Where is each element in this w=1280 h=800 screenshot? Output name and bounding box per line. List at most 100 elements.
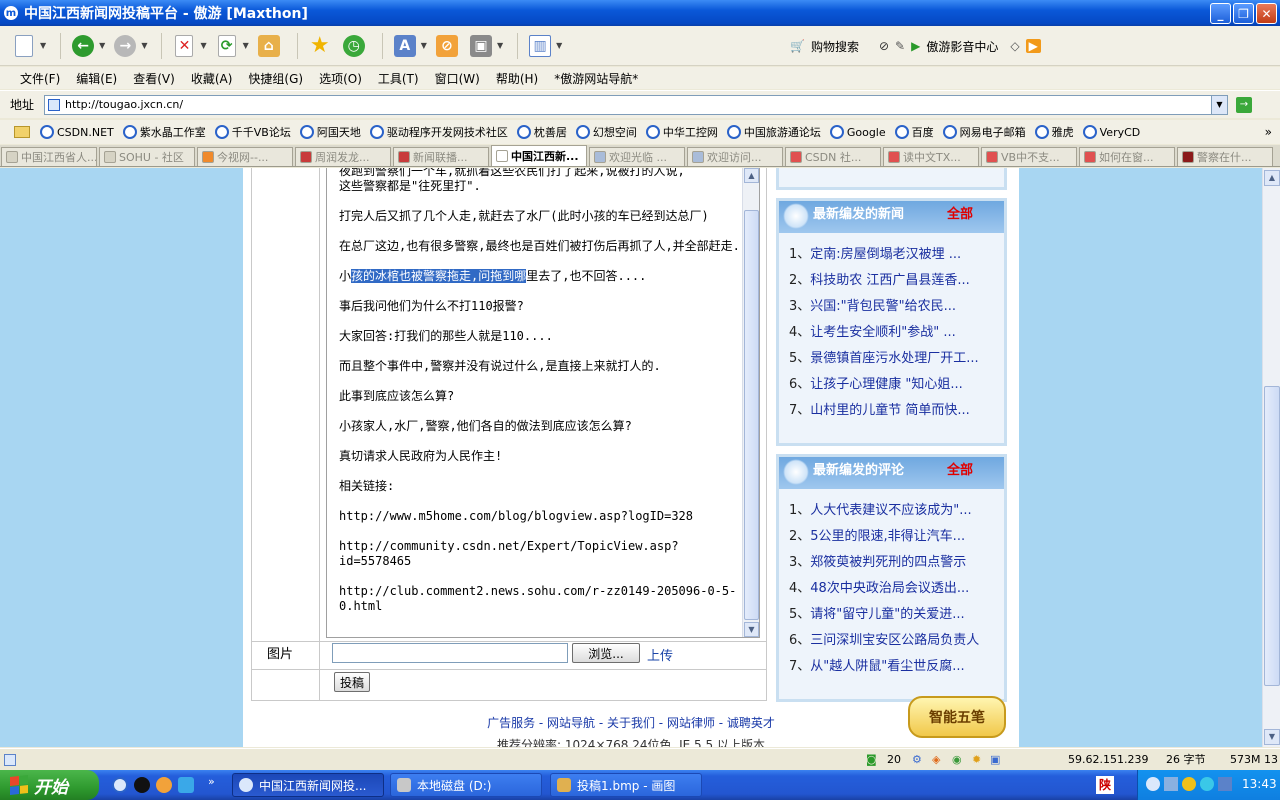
submit-button[interactable]: 投稿 <box>334 672 370 692</box>
browser-tab[interactable]: 警察在什... <box>1177 147 1273 166</box>
favorite-link[interactable]: 紫水晶工作室 <box>122 124 206 140</box>
sun-icon[interactable]: ✹ <box>972 752 981 768</box>
news-item[interactable]: 5、景德镇首座污水处理厂开工... <box>789 347 996 373</box>
latest-comments-more-link[interactable]: 全部 <box>947 457 973 485</box>
screenshot-button[interactable]: ▣ <box>467 32 495 60</box>
back-dropdown[interactable]: ▼ <box>99 41 105 50</box>
news-item[interactable]: 1、定南:房屋倒塌老汉被埋 ... <box>789 243 996 269</box>
footer-links[interactable]: 广告服务 - 网站导航 - 关于我们 - 网站律师 - 诚聘英才 <box>243 714 1019 731</box>
image-file-input[interactable] <box>332 643 568 663</box>
taskbar-task[interactable]: 投稿1.bmp - 画图 <box>550 773 702 797</box>
favorite-link[interactable]: 千千VB论坛 <box>214 124 291 140</box>
minimize-button[interactable]: _ <box>1210 3 1231 24</box>
browse-button[interactable]: 浏览... <box>572 643 640 663</box>
new-page-button[interactable] <box>10 32 38 60</box>
clock[interactable]: 13:43 <box>1242 777 1277 791</box>
download-icon[interactable]: ◉ <box>952 752 962 768</box>
favorite-link[interactable]: VeryCD <box>1082 125 1140 139</box>
window-icon[interactable]: ▣ <box>990 752 1000 768</box>
tray-user-icon[interactable] <box>1182 777 1196 791</box>
menu-view[interactable]: 查看(V) <box>133 70 175 87</box>
favorite-link[interactable]: CSDN.NET <box>40 125 114 139</box>
quicklaunch-overflow-chevron-icon[interactable]: » <box>208 775 215 788</box>
menu-options[interactable]: 选项(O) <box>319 70 362 87</box>
messenger-icon[interactable] <box>156 777 172 793</box>
tools-icon[interactable]: ✎ <box>895 39 905 53</box>
back-button[interactable]: ← <box>69 32 97 60</box>
desktop-icon[interactable] <box>178 777 194 793</box>
folder-icon[interactable] <box>14 126 30 138</box>
browser-tab[interactable]: 今视网--... <box>197 147 293 166</box>
favorite-link[interactable]: 枕善居 <box>516 124 567 140</box>
favorite-link[interactable]: Google <box>829 125 886 139</box>
refresh-button[interactable]: ⟳ <box>213 32 241 60</box>
tray-network-icon[interactable] <box>1164 777 1178 791</box>
browser-tab[interactable]: 欢迎光临 ... <box>589 147 685 166</box>
news-item[interactable]: 3、兴国:"背包民警"给农民... <box>789 295 996 321</box>
close-button[interactable]: ✕ <box>1256 3 1277 24</box>
favorite-link[interactable]: 雅虎 <box>1034 124 1074 140</box>
address-dropdown[interactable]: ▼ <box>1211 96 1227 114</box>
new-page-dropdown[interactable]: ▼ <box>40 41 46 50</box>
browser-tab[interactable]: VB中不支... <box>981 147 1077 166</box>
latest-news-more-link[interactable]: 全部 <box>947 201 973 229</box>
favorite-link[interactable]: 驱动程序开发网技术社区 <box>369 124 508 140</box>
qq-penguin-icon[interactable] <box>134 777 150 793</box>
home-button[interactable]: ⌂ <box>255 32 283 60</box>
start-button[interactable]: 开始 <box>0 770 99 800</box>
forward-button[interactable]: → <box>111 32 139 60</box>
comment-item[interactable]: 1、人大代表建议不应该成为"... <box>789 499 996 525</box>
translate-button[interactable]: A <box>391 32 419 60</box>
media-center-button[interactable]: 傲游影音中心 <box>926 38 998 55</box>
stop-button[interactable]: ✕ <box>170 32 198 60</box>
favorites-button[interactable]: ★ <box>306 32 334 60</box>
tray-maxthon-icon[interactable] <box>1146 777 1160 791</box>
popup-block-icon[interactable]: ◙ <box>866 752 877 768</box>
compass-icon[interactable]: ⊘ <box>879 39 889 53</box>
go-button[interactable]: → <box>1236 97 1252 113</box>
forward-dropdown[interactable]: ▼ <box>141 41 147 50</box>
menu-groups[interactable]: 快捷组(G) <box>248 70 303 87</box>
favorite-link[interactable]: 中国旅游通论坛 <box>726 124 821 140</box>
browser-tab[interactable]: CSDN 社... <box>785 147 881 166</box>
taskbar-task[interactable]: 中国江西新闻网投... <box>232 773 384 797</box>
menu-help[interactable]: 帮助(H) <box>496 70 538 87</box>
restore-button[interactable]: ❐ <box>1233 3 1254 24</box>
scroll-down-icon[interactable]: ▼ <box>744 622 759 637</box>
favorite-link[interactable]: 百度 <box>894 124 934 140</box>
textarea-scrollbar[interactable]: ▲ ▼ <box>742 168 759 637</box>
favorite-link[interactable]: 网易电子邮箱 <box>942 124 1026 140</box>
refresh-dropdown[interactable]: ▼ <box>243 41 249 50</box>
menu-favorites[interactable]: 收藏(A) <box>191 70 233 87</box>
menu-window[interactable]: 窗口(W) <box>435 70 480 87</box>
taskbar-task[interactable]: 本地磁盘 (D:) <box>390 773 542 797</box>
favorites-overflow-chevron-icon[interactable]: » <box>1265 125 1272 139</box>
news-item[interactable]: 2、科技助农 江西广昌县莲香... <box>789 269 996 295</box>
comment-item[interactable]: 2、5公里的限速,非得让汽车... <box>789 525 996 551</box>
favorite-link[interactable]: 阿国天地 <box>299 124 361 140</box>
video-icon[interactable]: ▶ <box>1025 39 1041 53</box>
page-scrollbar[interactable]: ▲ ▼ <box>1262 168 1280 747</box>
textarea-scroll-thumb[interactable] <box>744 210 759 620</box>
ime-indicator[interactable]: 陕 <box>1096 776 1114 794</box>
browser-tab[interactable]: 如何在窗... <box>1079 147 1175 166</box>
history-button[interactable]: ◷ <box>340 32 368 60</box>
comment-item[interactable]: 7、从"越人阱鼠"看尘世反腐... <box>789 655 996 681</box>
news-item[interactable]: 4、让考生安全顺利"参战" ... <box>789 321 996 347</box>
translate-dropdown[interactable]: ▼ <box>421 41 427 50</box>
menu-file[interactable]: 文件(F) <box>20 70 60 87</box>
browser-tab[interactable]: 周润发龙... <box>295 147 391 166</box>
article-textarea[interactable]: 夜跑到警察们一个车,就抓着这些农民们打了起来,说被打的人说, 这些警察都是"往死里… <box>326 168 760 638</box>
comment-item[interactable]: 5、请将"留守儿童"的关爱进... <box>789 603 996 629</box>
browser-tab[interactable]: 中国江西新... <box>491 145 587 166</box>
tool-icon[interactable]: ⚙ <box>912 752 922 768</box>
upload-link[interactable]: 上传 <box>647 645 673 664</box>
layout-dropdown[interactable]: ▼ <box>556 41 562 50</box>
favorite-link[interactable]: 中华工控网 <box>645 124 718 140</box>
ad-filter-button[interactable]: ⊘ <box>433 32 461 60</box>
stop-dropdown[interactable]: ▼ <box>200 41 206 50</box>
browser-tab[interactable]: 读中文TX... <box>883 147 979 166</box>
tray-volume-icon[interactable] <box>1218 777 1232 791</box>
browser-tab[interactable]: 中国江西省人... <box>1 147 97 166</box>
ime-floating-logo[interactable]: 智能五笔 <box>908 696 1006 738</box>
